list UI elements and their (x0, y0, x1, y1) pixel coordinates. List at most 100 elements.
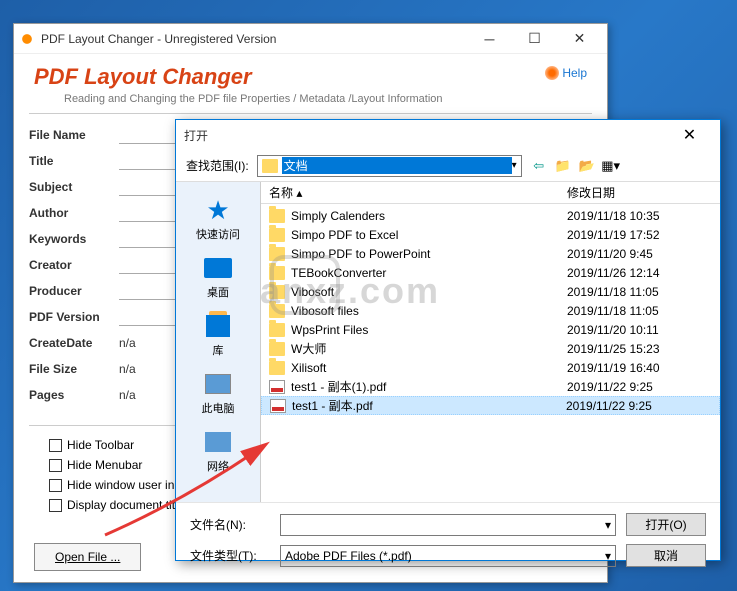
list-item[interactable]: test1 - 副本.pdf2019/11/22 9:25 (261, 396, 720, 415)
value-createdate: n/a (119, 336, 136, 350)
list-item[interactable]: WpsPrint Files2019/11/20 10:11 (261, 320, 720, 339)
label-subject: Subject (29, 180, 119, 194)
filename-input[interactable]: ▾ (280, 514, 616, 536)
close-button[interactable]: ✕ (557, 25, 602, 53)
file-date: 2019/11/18 10:35 (567, 209, 712, 223)
file-name: Simpo PDF to Excel (291, 228, 567, 242)
list-item[interactable]: TEBookConverter2019/11/26 12:14 (261, 263, 720, 282)
sidebar-library[interactable]: 库 (176, 306, 260, 364)
label-filename: File Name (29, 128, 119, 142)
folder-icon (269, 247, 285, 261)
dialog-titlebar: 打开 ✕ (176, 120, 720, 150)
dialog-open-button[interactable]: 打开(O) (626, 513, 706, 536)
sidebar-desktop[interactable]: 桌面 (176, 248, 260, 306)
dialog-toolbar: 查找范围(I): 文档 ▾ ⇦ 📁 📂 ▦▾ (176, 150, 720, 182)
sidebar-this-pc[interactable]: 此电脑 (176, 364, 260, 422)
maximize-button[interactable]: ☐ (512, 25, 557, 53)
value-filesize: n/a (119, 362, 136, 376)
folder-icon (269, 342, 285, 356)
file-date: 2019/11/18 11:05 (567, 285, 712, 299)
filetype-label: 文件类型(T): (190, 547, 270, 564)
file-date: 2019/11/22 9:25 (566, 399, 711, 413)
dialog-close-button[interactable]: ✕ (667, 121, 712, 149)
label-filesize: File Size (29, 362, 119, 376)
sidebar: ★快速访问 桌面 库 此电脑 网络 (176, 182, 261, 502)
pc-icon (205, 374, 231, 394)
list-item[interactable]: Simpo PDF to PowerPoint2019/11/20 9:45 (261, 244, 720, 263)
range-label: 查找范围(I): (186, 157, 249, 174)
col-date[interactable]: 修改日期 (567, 184, 712, 201)
file-date: 2019/11/26 12:14 (567, 266, 712, 280)
open-file-button[interactable]: Open File ... (34, 543, 141, 571)
file-date: 2019/11/22 9:25 (567, 380, 712, 394)
label-title: Title (29, 154, 119, 168)
file-name: test1 - 副本.pdf (292, 397, 566, 414)
pdf-icon (269, 380, 285, 394)
folder-icon (262, 159, 278, 173)
checkbox-icon (49, 479, 62, 492)
file-name: Vibosoft (291, 285, 567, 299)
file-date: 2019/11/18 11:05 (567, 304, 712, 318)
file-name: test1 - 副本(1).pdf (291, 378, 567, 395)
label-createdate: CreateDate (29, 336, 119, 350)
file-open-dialog: 打开 ✕ 查找范围(I): 文档 ▾ ⇦ 📁 📂 ▦▾ ★快速访问 桌面 库 此… (175, 119, 721, 561)
file-date: 2019/11/20 10:11 (567, 323, 712, 337)
star-icon: ★ (206, 195, 229, 226)
app-subtitle: Reading and Changing the PDF file Proper… (64, 93, 587, 105)
new-folder-icon[interactable]: 📂 (578, 157, 596, 175)
label-pages: Pages (29, 388, 119, 402)
file-name: Simply Calenders (291, 209, 567, 223)
location-dropdown[interactable]: 文档 ▾ (257, 155, 522, 177)
up-folder-icon[interactable]: 📁 (554, 157, 572, 175)
back-icon[interactable]: ⇦ (530, 157, 548, 175)
help-icon (545, 66, 559, 80)
list-item[interactable]: Xilisoft2019/11/19 16:40 (261, 358, 720, 377)
file-date: 2019/11/19 16:40 (567, 361, 712, 375)
file-name: WpsPrint Files (291, 323, 567, 337)
sidebar-network[interactable]: 网络 (176, 422, 260, 480)
help-label: Help (562, 66, 587, 80)
label-creator: Creator (29, 258, 119, 272)
location-text: 文档 (282, 157, 512, 174)
file-date: 2019/11/25 15:23 (567, 342, 712, 356)
label-producer: Producer (29, 284, 119, 298)
label-author: Author (29, 206, 119, 220)
folder-icon (269, 304, 285, 318)
filetype-dropdown[interactable]: Adobe PDF Files (*.pdf)▾ (280, 545, 616, 567)
list-item[interactable]: test1 - 副本(1).pdf2019/11/22 9:25 (261, 377, 720, 396)
file-list: 名称 ▴ 修改日期 Simply Calenders2019/11/18 10:… (261, 182, 720, 502)
filename-label: 文件名(N): (190, 516, 270, 533)
label-keywords: Keywords (29, 232, 119, 246)
dropdown-arrow-icon: ▾ (605, 549, 611, 563)
file-name: TEBookConverter (291, 266, 567, 280)
list-item[interactable]: Simpo PDF to Excel2019/11/19 17:52 (261, 225, 720, 244)
sidebar-quick-access[interactable]: ★快速访问 (176, 190, 260, 248)
view-menu-icon[interactable]: ▦▾ (602, 157, 620, 175)
label-pdfversion: PDF Version (29, 310, 119, 324)
folder-icon (269, 266, 285, 280)
list-item[interactable]: Vibosoft2019/11/18 11:05 (261, 282, 720, 301)
dialog-bottom: 文件名(N): ▾ 打开(O) 文件类型(T): Adobe PDF Files… (176, 502, 720, 585)
checkbox-icon (49, 499, 62, 512)
folder-icon (269, 323, 285, 337)
file-date: 2019/11/19 17:52 (567, 228, 712, 242)
pdf-icon (270, 399, 286, 413)
folder-icon (269, 228, 285, 242)
folder-icon (269, 361, 285, 375)
file-name: Simpo PDF to PowerPoint (291, 247, 567, 261)
file-name: Xilisoft (291, 361, 567, 375)
app-icon (19, 31, 35, 47)
app-title: PDF Layout Changer (34, 64, 587, 90)
checkbox-icon (49, 439, 62, 452)
col-name[interactable]: 名称 ▴ (269, 184, 567, 201)
dialog-cancel-button[interactable]: 取消 (626, 544, 706, 567)
list-item[interactable]: Simply Calenders2019/11/18 10:35 (261, 206, 720, 225)
folder-icon (269, 285, 285, 299)
minimize-button[interactable]: ─ (467, 25, 512, 53)
list-item[interactable]: Vibosoft files2019/11/18 11:05 (261, 301, 720, 320)
list-item[interactable]: W大师2019/11/25 15:23 (261, 339, 720, 358)
window-title: PDF Layout Changer - Unregistered Versio… (41, 32, 467, 46)
dropdown-arrow-icon: ▾ (512, 160, 517, 171)
titlebar: PDF Layout Changer - Unregistered Versio… (14, 24, 607, 54)
help-link[interactable]: Help (545, 66, 587, 80)
